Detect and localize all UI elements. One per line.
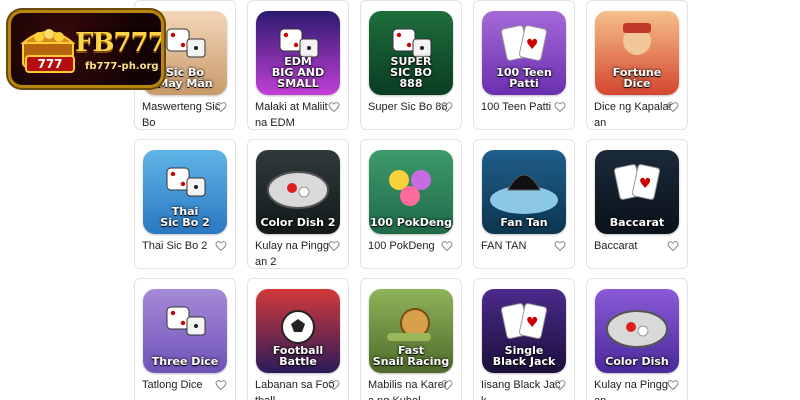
game-thumbnail[interactable]: Color Dish 2 bbox=[256, 150, 340, 234]
game-thumbnail[interactable]: Football Battle bbox=[256, 289, 340, 373]
game-thumbnail-title: Fortune Dice bbox=[612, 66, 662, 90]
game-thumbnail[interactable]: Fortune Dice bbox=[595, 11, 679, 95]
game-name[interactable]: Super Sic Bo 88 bbox=[368, 99, 448, 115]
game-name[interactable]: Kulay na Pinggan 2 bbox=[255, 238, 335, 270]
heart-icon[interactable] bbox=[215, 240, 227, 252]
game-thumbnail[interactable]: SUPER SIC BO 888 bbox=[369, 11, 453, 95]
logo-url-text: fb777-ph.org bbox=[85, 61, 159, 72]
svg-text:♥: ♥ bbox=[526, 315, 539, 331]
heart-icon[interactable] bbox=[215, 101, 227, 113]
heart-icon[interactable] bbox=[554, 240, 566, 252]
game-thumbnail[interactable]: Fast Snail Racing bbox=[369, 289, 453, 373]
game-card[interactable]: Fan Tan FAN TAN bbox=[473, 139, 575, 269]
game-name[interactable]: Baccarat bbox=[594, 238, 674, 254]
game-thumbnail-title: Color Dish bbox=[605, 355, 669, 368]
svg-text:♥: ♥ bbox=[639, 176, 652, 192]
game-thumbnail[interactable]: ♥ Baccarat bbox=[595, 150, 679, 234]
game-card[interactable]: Three Dice Tatlong Dice bbox=[134, 278, 236, 400]
heart-icon[interactable] bbox=[215, 379, 227, 391]
heart-icon[interactable] bbox=[667, 101, 679, 113]
game-card[interactable]: Color Dish Kulay na Pinggan bbox=[586, 278, 688, 400]
heart-icon[interactable] bbox=[441, 379, 453, 391]
game-name[interactable]: Maswerteng Sic Bo bbox=[142, 99, 222, 131]
heart-icon[interactable] bbox=[441, 101, 453, 113]
game-card[interactable]: Fast Snail Racing Mabilis na Karera ng Ku… bbox=[360, 278, 462, 400]
game-thumbnail[interactable]: EDM BIG AND SMALL bbox=[256, 11, 340, 95]
game-thumbnail[interactable]: ♥ 100 Teen Patti bbox=[482, 11, 566, 95]
game-thumbnail-title: Thai Sic Bo 2 bbox=[160, 205, 210, 229]
heart-icon[interactable] bbox=[554, 379, 566, 391]
game-thumbnail[interactable]: 100 PokDeng bbox=[369, 150, 453, 234]
game-card[interactable]: ♥ Baccarat Baccarat bbox=[586, 139, 688, 269]
game-card[interactable]: 100 PokDeng 100 PokDeng bbox=[360, 139, 462, 269]
game-card[interactable]: Fortune Dice Dice ng Kapalaran bbox=[586, 0, 688, 130]
game-thumbnail-title: Football Battle bbox=[272, 344, 324, 368]
game-name[interactable]: Mabilis na Karera ng Kuhol bbox=[368, 377, 448, 400]
logo-brand-text: FB777 bbox=[75, 28, 161, 58]
game-card[interactable]: ♥ 100 Teen Patti 100 Teen Patti bbox=[473, 0, 575, 130]
game-card[interactable]: ♥ Single Black Jack Iisang Black Jack bbox=[473, 278, 575, 400]
game-grid: Sic Bo May Mắn Maswerteng Sic Bo EDM BIG A… bbox=[134, 0, 688, 400]
game-name[interactable]: 100 PokDeng bbox=[368, 238, 448, 254]
game-thumbnail-title: Fast Snail Racing bbox=[372, 344, 450, 368]
heart-icon[interactable] bbox=[328, 379, 340, 391]
game-thumbnail-title: Single Black Jack bbox=[492, 344, 556, 368]
game-card[interactable]: Thai Sic Bo 2 Thai Sic Bo 2 bbox=[134, 139, 236, 269]
heart-icon[interactable] bbox=[328, 240, 340, 252]
heart-icon[interactable] bbox=[554, 101, 566, 113]
game-card[interactable]: EDM BIG AND SMALL Malaki at Maliit na EDM bbox=[247, 0, 349, 130]
game-thumbnail[interactable]: Thai Sic Bo 2 bbox=[143, 150, 227, 234]
logo-badge: 777 bbox=[25, 55, 75, 73]
svg-text:♥: ♥ bbox=[526, 37, 539, 53]
game-thumbnail-title: SUPER SIC BO 888 bbox=[390, 55, 432, 90]
game-card[interactable]: Football Battle Labanan sa Football bbox=[247, 278, 349, 400]
game-thumbnail-title: Fan Tan bbox=[500, 216, 548, 229]
game-name[interactable]: FAN TAN bbox=[481, 238, 561, 254]
game-name[interactable]: Malaki at Maliit na EDM bbox=[255, 99, 335, 131]
game-thumbnail[interactable]: Color Dish bbox=[595, 289, 679, 373]
game-name[interactable]: Dice ng Kapalaran bbox=[594, 99, 674, 131]
game-thumbnail-title: Color Dish 2 bbox=[260, 216, 336, 229]
game-card[interactable]: SUPER SIC BO 888 Super Sic Bo 88 bbox=[360, 0, 462, 130]
game-name[interactable]: Tatlong Dice bbox=[142, 377, 222, 393]
game-thumbnail[interactable]: ♥ Single Black Jack bbox=[482, 289, 566, 373]
heart-icon[interactable] bbox=[667, 240, 679, 252]
game-card[interactable]: Color Dish 2 Kulay na Pinggan 2 bbox=[247, 139, 349, 269]
game-thumbnail[interactable]: Three Dice bbox=[143, 289, 227, 373]
game-name[interactable]: Thai Sic Bo 2 bbox=[142, 238, 222, 254]
game-name[interactable]: 100 Teen Patti bbox=[481, 99, 561, 115]
game-thumbnail-title: EDM BIG AND SMALL bbox=[271, 55, 325, 90]
game-name[interactable]: Kulay na Pinggan bbox=[594, 377, 674, 400]
site-logo[interactable]: 777 FB777 fb777-ph.org bbox=[8, 10, 164, 88]
heart-icon[interactable] bbox=[328, 101, 340, 113]
game-name[interactable]: Iisang Black Jack bbox=[481, 377, 561, 400]
game-thumbnail[interactable]: Fan Tan bbox=[482, 150, 566, 234]
logo-background: 777 FB777 fb777-ph.org bbox=[11, 13, 161, 85]
game-thumbnail-title: 100 PokDeng bbox=[369, 216, 453, 229]
heart-icon[interactable] bbox=[667, 379, 679, 391]
game-thumbnail-title: 100 Teen Patti bbox=[496, 66, 552, 90]
game-thumbnail-title: Baccarat bbox=[609, 216, 665, 229]
game-thumbnail-title: Three Dice bbox=[151, 355, 219, 368]
game-name[interactable]: Labanan sa Football bbox=[255, 377, 335, 400]
heart-icon[interactable] bbox=[441, 240, 453, 252]
